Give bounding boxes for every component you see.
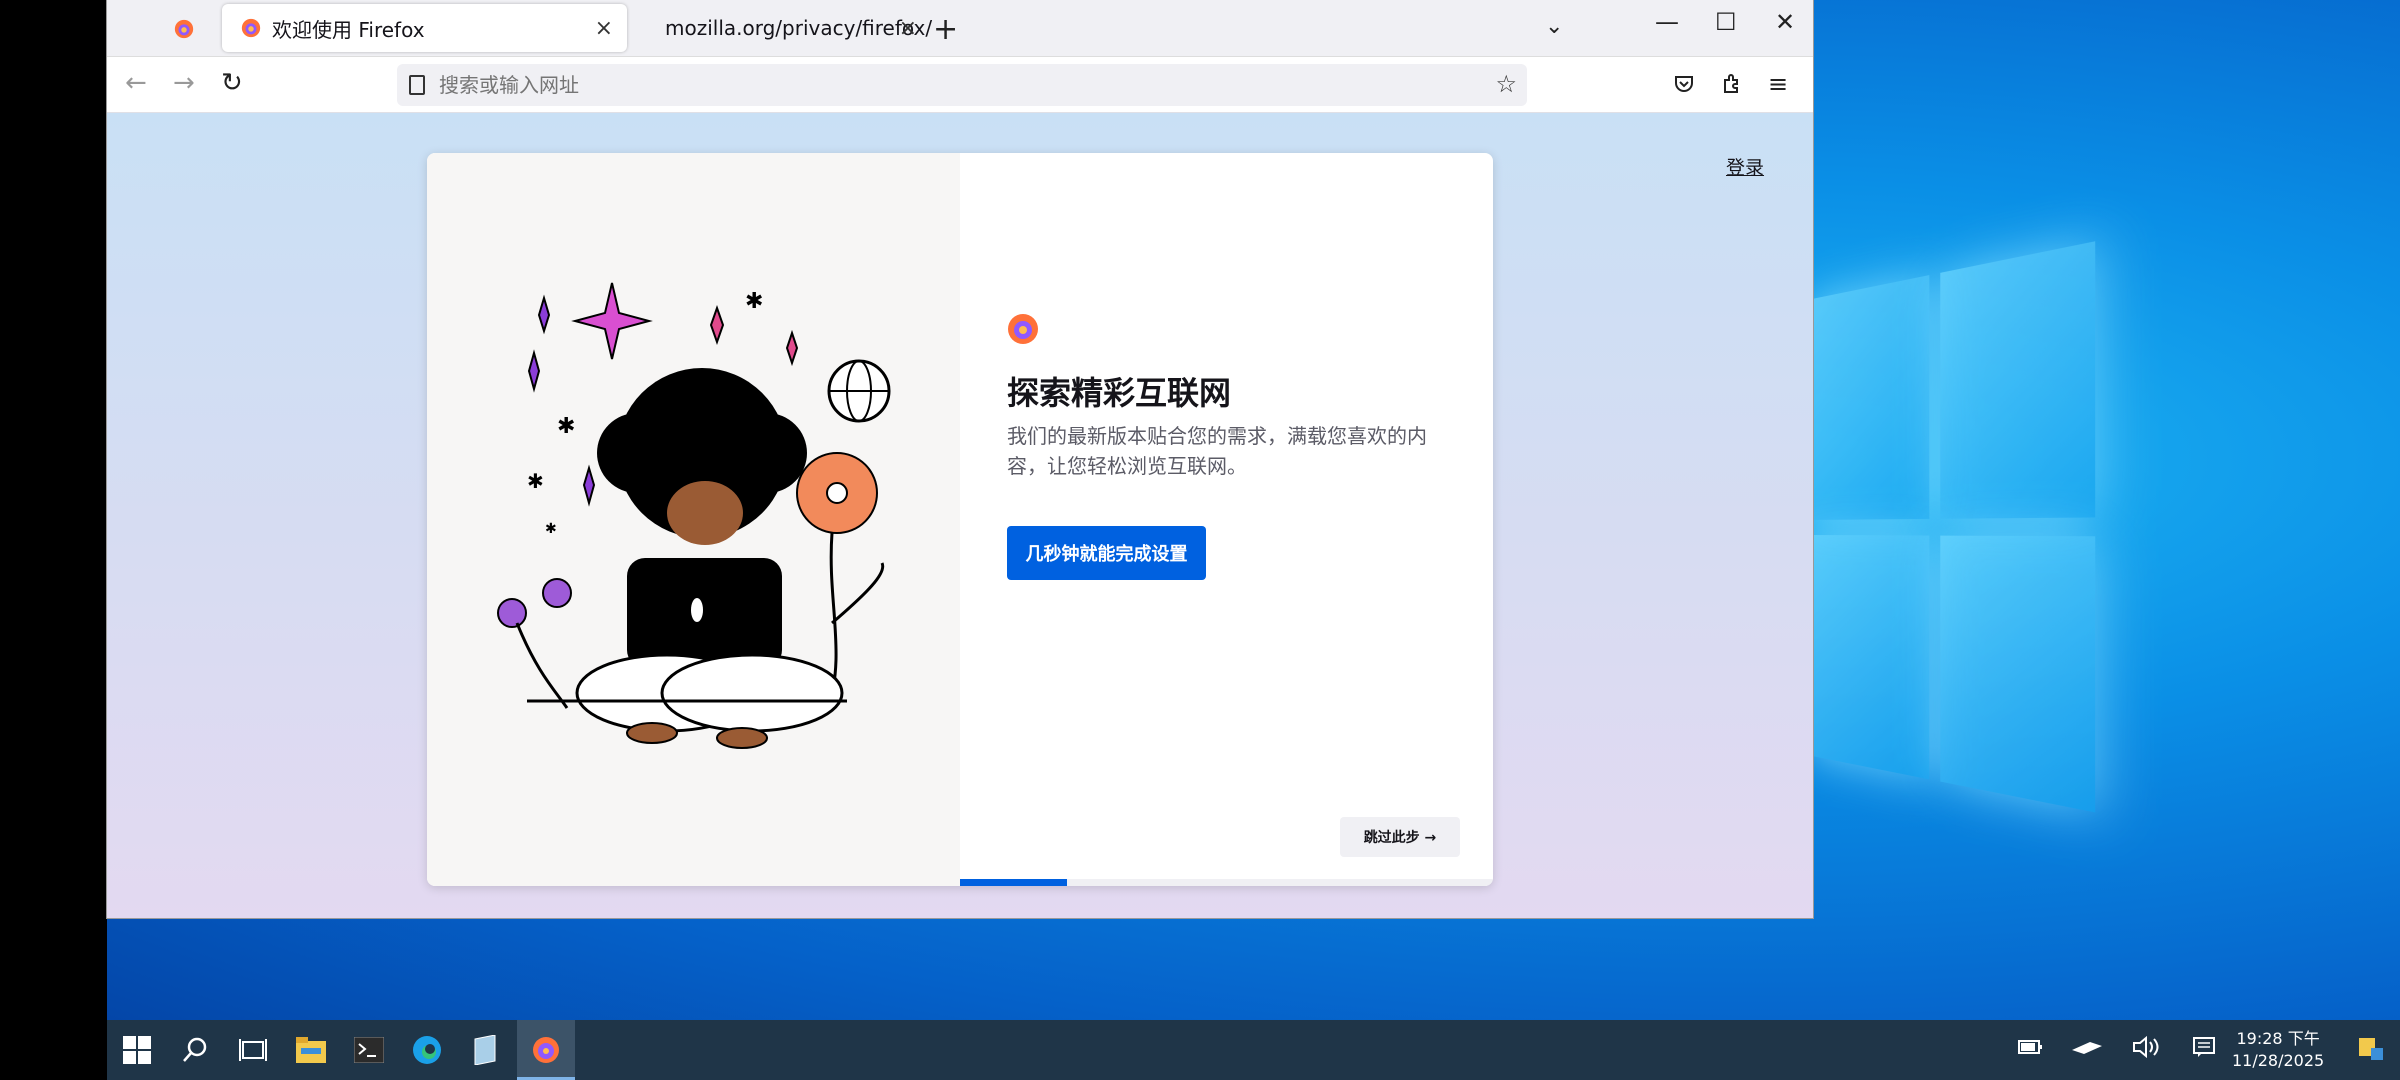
pocket-icon[interactable] [1672, 72, 1696, 96]
notifications-icon[interactable] [2192, 1036, 2216, 1064]
tab-label: mozilla.org/privacy/firefox/ [665, 16, 933, 40]
firefox-logo-icon [1008, 314, 1038, 344]
firefox-window: 欢迎使用 Firefox × mozilla.org/privacy/firef… [107, 0, 1813, 918]
firefox-taskbar-icon[interactable] [526, 1030, 566, 1070]
minimize-button[interactable]: — [1655, 8, 1679, 36]
file-explorer-icon[interactable] [291, 1030, 331, 1070]
windows-logo-wallpaper [1807, 241, 2096, 818]
taskbar: 19:28 下午 11/28/2025 [107, 1020, 2400, 1080]
reload-button[interactable]: ↻ [221, 68, 243, 98]
tab-welcome[interactable]: 欢迎使用 Firefox × [222, 4, 627, 52]
page-title: 探索精彩互联网 [1007, 374, 1232, 412]
edge-browser-icon[interactable] [407, 1030, 447, 1070]
onboarding-progress-bar [960, 879, 1493, 886]
new-tab-button[interactable]: + [933, 12, 958, 47]
maximize-button[interactable]: ☐ [1715, 8, 1737, 36]
navigation-toolbar: ← → ↻ ☆ ≡ [107, 58, 1813, 113]
firefox-view-icon[interactable] [173, 18, 195, 40]
battery-icon[interactable] [2017, 1036, 2043, 1062]
clock-time: 19:28 下午 [2236, 1029, 2320, 1048]
extensions-puzzle-icon[interactable] [1720, 72, 1744, 96]
search-icon[interactable] [175, 1030, 215, 1070]
task-view-icon[interactable] [233, 1030, 273, 1070]
close-window-button[interactable]: ✕ [1775, 8, 1795, 36]
system-clock[interactable]: 19:28 下午 11/28/2025 [2232, 1028, 2324, 1072]
close-tab-icon[interactable]: × [595, 16, 613, 41]
start-windows-icon[interactable] [117, 1030, 157, 1070]
signin-link[interactable]: 登录 [1726, 153, 1764, 180]
page-icon [409, 75, 425, 95]
bookmark-star-icon[interactable]: ☆ [1495, 70, 1517, 98]
volume-icon[interactable] [2132, 1035, 2160, 1064]
progress-fill [960, 879, 1067, 886]
close-tab-icon[interactable]: × [899, 16, 917, 41]
tab-bar: 欢迎使用 Firefox × mozilla.org/privacy/firef… [107, 0, 1813, 57]
svg-text:✱: ✱ [745, 289, 763, 314]
tab-privacy[interactable]: mozilla.org/privacy/firefox/ × [637, 4, 932, 52]
menu-hamburger-icon[interactable]: ≡ [1768, 70, 1788, 98]
notepad-icon[interactable] [465, 1030, 505, 1070]
svg-text:✱: ✱ [545, 521, 557, 537]
svg-text:✱: ✱ [527, 469, 544, 493]
address-bar[interactable]: ☆ [397, 64, 1527, 106]
get-started-button[interactable]: 几秒钟就能完成设置 [1007, 526, 1206, 580]
tab-list-chevron-icon[interactable]: ⌄ [1545, 14, 1563, 39]
tab-label: 欢迎使用 Firefox [272, 17, 425, 42]
firefox-favicon-icon [241, 18, 261, 38]
content-panel: 探索精彩互联网 我们的最新版本贴合您的需求，满载您喜欢的内容，让您轻松浏览互联网… [960, 153, 1493, 886]
illustration-panel: ✱ ✱ ✱ ✱ [427, 153, 960, 886]
page-subtitle: 我们的最新版本贴合您的需求，满载您喜欢的内容，让您轻松浏览互联网。 [1007, 424, 1427, 478]
network-icon[interactable] [2072, 1036, 2102, 1062]
url-input[interactable] [439, 73, 1439, 97]
welcome-page: 登录 ✱ ✱ ✱ ✱ 探索精彩互联网 我们的最新版本贴合您的需求，满载您喜欢的内… [107, 113, 1813, 918]
svg-text:✱: ✱ [557, 414, 575, 439]
forward-button[interactable]: → [173, 68, 195, 98]
skip-button[interactable]: 跳过此步 → [1340, 817, 1460, 857]
onboarding-card: ✱ ✱ ✱ ✱ 探索精彩互联网 我们的最新版本贴合您的需求，满载您喜欢的内容，让… [427, 153, 1493, 886]
back-button[interactable]: ← [125, 68, 147, 98]
terminal-icon[interactable] [349, 1030, 389, 1070]
clock-date: 11/28/2025 [2232, 1051, 2325, 1070]
show-desktop-notification-icon[interactable] [2357, 1036, 2385, 1068]
person-with-laptop-illustration: ✱ ✱ ✱ ✱ [497, 282, 891, 749]
